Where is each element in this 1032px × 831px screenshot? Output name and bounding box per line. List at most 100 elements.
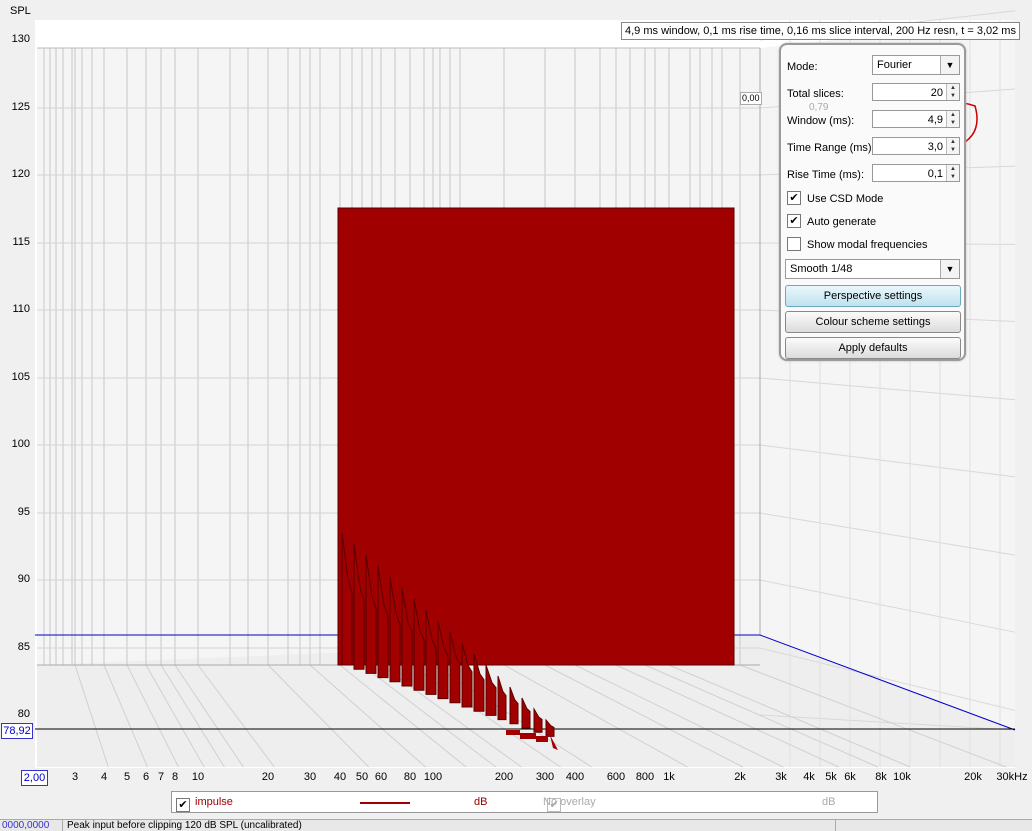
smoothing-dropdown[interactable]: Smooth 1/48 ▼ [785,259,960,279]
x-tick-label: 20 [261,771,275,783]
rise-time-spinner[interactable]: ▲ ▼ [946,165,959,181]
x-tick-label: 10 [191,771,205,783]
use-csd-checkbox[interactable]: ✔ [787,191,801,206]
x-tick-label: 30 [303,771,317,783]
x-tick-label: 1k [663,771,675,783]
auto-generate-checkbox-row[interactable]: ✔ Auto generate [787,214,876,230]
mode-value: Fourier [877,59,912,71]
window-value: 4,9 [927,114,943,126]
window-spinner[interactable]: ▲ ▼ [946,111,959,127]
y-tick-label: 80 [17,708,30,720]
chevron-down-icon[interactable]: ▼ [940,56,959,74]
window-label: Window (ms): [787,115,855,127]
y-tick-label: 125 [11,101,30,113]
x-tick-label: 800 [635,771,655,783]
status-bar: 0000,0000 Peak input before clipping 120… [0,819,1032,831]
x-tick-label: 2k [734,771,746,783]
x-tick-label: 3 [71,771,79,783]
colour-scheme-settings-button[interactable]: Colour scheme settings [785,311,961,333]
x-tick-label: 20k [964,771,982,783]
total-slices-value: 20 [930,87,943,99]
auto-generate-label: Auto generate [807,216,877,228]
mode-dropdown[interactable]: Fourier ▼ [872,55,960,75]
x-tick-label: 7 [157,771,165,783]
window-hint: 0,79 [809,102,829,113]
x-tick-label: 8k [875,771,887,783]
waterfall-slice-fragment [536,736,548,742]
total-slices-label: Total slices: [787,88,844,100]
time-range-spinner[interactable]: ▲ ▼ [946,138,959,154]
x-tick-label: 50 [355,771,369,783]
x-tick-label: 10k [893,771,911,783]
impulse-checkbox[interactable]: ✔ [176,798,190,813]
y-tick-label: 85 [17,641,30,653]
total-slices-spinner[interactable]: ▲ ▼ [946,84,959,100]
up-arrow-icon[interactable]: ▲ [947,111,959,119]
time-range-label: Time Range (ms): [787,142,875,154]
rise-time-value: 0,1 [927,168,943,180]
x-tick-label: 400 [565,771,585,783]
y-tick-label: 110 [12,303,30,315]
x-tick-label: 30kHz [996,771,1028,783]
x-tick-label: 100 [423,771,443,783]
legend-bar: ✔ impulse dB ✔ No overlay dB [171,791,878,813]
down-arrow-icon[interactable]: ▼ [947,119,959,127]
down-arrow-icon[interactable]: ▼ [947,146,959,154]
show-modal-checkbox-row[interactable]: Show modal frequencies [787,237,927,253]
apply-defaults-button[interactable]: Apply defaults [785,337,961,359]
x-tick-label: 4 [100,771,108,783]
x-tick-label: 60 [374,771,388,783]
time-range-field[interactable]: 3,0 ▲ ▼ [872,137,960,155]
waterfall-controls-panel: Mode: Fourier ▼ Total slices: 20 ▲ ▼ 0,79… [779,43,966,361]
use-csd-label: Use CSD Mode [807,193,884,205]
x-tick-label: 5 [123,771,131,783]
waterfall-slice-fragment [520,733,536,739]
x-tick-label: 8 [171,771,179,783]
y-tick-label: 115 [12,236,30,248]
info-bar: 4,9 ms window, 0,1 ms rise time, 0,16 ms… [621,22,1020,40]
no-overlay-label: No overlay [543,796,596,808]
waterfall-main-slice [337,207,735,666]
status-message: Peak input before clipping 120 dB SPL (u… [62,820,836,831]
rise-time-label: Rise Time (ms): [787,169,864,181]
y-axis-title: SPL [10,5,31,17]
x-tick-label: 80 [403,771,417,783]
y-cursor-value-box[interactable]: 78,92 [1,723,33,739]
status-left-value: 0000,0000 [2,820,50,831]
y-tick-label: 120 [11,168,30,180]
x-tick-label: 5k [825,771,837,783]
y-tick-label: 100 [11,438,30,450]
show-modal-checkbox[interactable] [787,237,801,252]
x-start-value-box[interactable]: 2,00 [21,770,48,786]
x-tick-label: 3k [775,771,787,783]
y-tick-label: 95 [17,506,30,518]
mode-label: Mode: [787,61,818,73]
smoothing-value: Smooth 1/48 [790,263,853,275]
window-field[interactable]: 4,9 ▲ ▼ [872,110,960,128]
down-arrow-icon[interactable]: ▼ [947,92,959,100]
y-tick-label: 130 [11,33,30,45]
waterfall-slice-fragment [506,730,520,735]
rise-time-field[interactable]: 0,1 ▲ ▼ [872,164,960,182]
no-overlay-units: dB [822,796,836,808]
x-tick-label: 600 [606,771,626,783]
x-tick-label: 40 [333,771,347,783]
up-arrow-icon[interactable]: ▲ [947,84,959,92]
time-range-value: 3,0 [927,141,943,153]
y-tick-label: 105 [11,371,30,383]
total-slices-field[interactable]: 20 ▲ ▼ [872,83,960,101]
x-tick-label: 4k [803,771,815,783]
impulse-label: impulse [195,796,233,808]
up-arrow-icon[interactable]: ▲ [947,165,959,173]
show-modal-label: Show modal frequencies [807,239,928,251]
perspective-settings-button[interactable]: Perspective settings [785,285,961,307]
impulse-units: dB [474,796,488,808]
x-tick-label: 6k [844,771,856,783]
x-tick-label: 200 [494,771,514,783]
use-csd-checkbox-row[interactable]: ✔ Use CSD Mode [787,191,883,207]
impulse-swatch [360,802,410,804]
up-arrow-icon[interactable]: ▲ [947,138,959,146]
chevron-down-icon[interactable]: ▼ [940,260,959,278]
down-arrow-icon[interactable]: ▼ [947,173,959,181]
auto-generate-checkbox[interactable]: ✔ [787,214,801,229]
